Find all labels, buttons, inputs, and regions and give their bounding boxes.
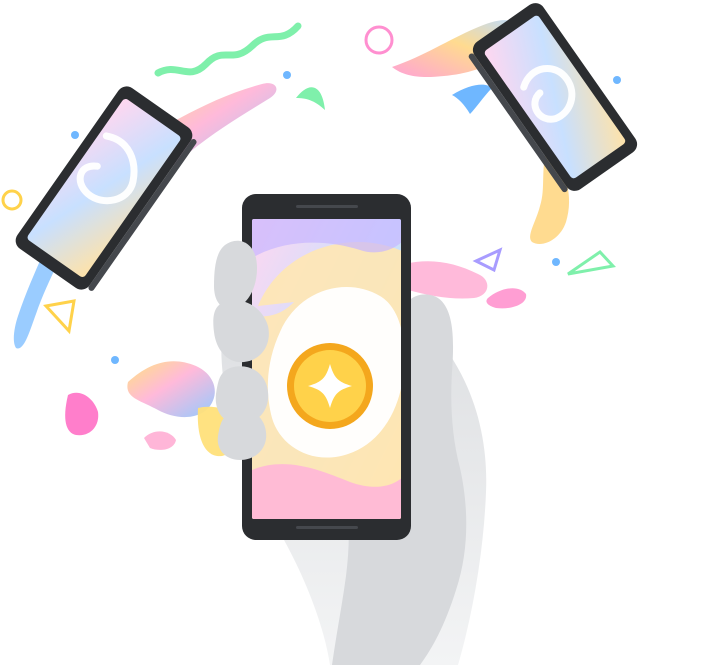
confetti-ring-pink	[364, 25, 394, 55]
confetti-dot-blue-5	[111, 356, 119, 364]
splash-center-right	[405, 261, 488, 299]
main-phone-bottom-bar	[296, 526, 358, 529]
coin	[287, 343, 373, 429]
main-phone-speaker	[296, 205, 358, 208]
illustration-stage	[0, 0, 718, 665]
confetti-dot-blue-1	[71, 131, 79, 139]
confetti-squiggle-green	[154, 22, 302, 77]
phone-illustration	[1, 3, 638, 665]
confetti-triangle-purple	[472, 247, 503, 273]
confetti-leaf-blue	[452, 84, 492, 114]
confetti-leaf-green	[296, 87, 325, 110]
splash-lower-left-blob	[144, 431, 176, 450]
finger-3	[217, 410, 267, 460]
splash-center-right-blob	[486, 288, 527, 309]
confetti-ring-yellow	[1, 189, 23, 211]
confetti-triangle-yellow	[43, 299, 76, 335]
confetti-triangle-green	[567, 250, 616, 276]
confetti-dot-blue-2	[283, 71, 291, 79]
main-phone	[242, 194, 411, 540]
confetti-dot-blue-3	[613, 76, 621, 84]
confetti-dot-blue-4	[552, 258, 560, 266]
confetti-blob-pink	[65, 392, 99, 436]
